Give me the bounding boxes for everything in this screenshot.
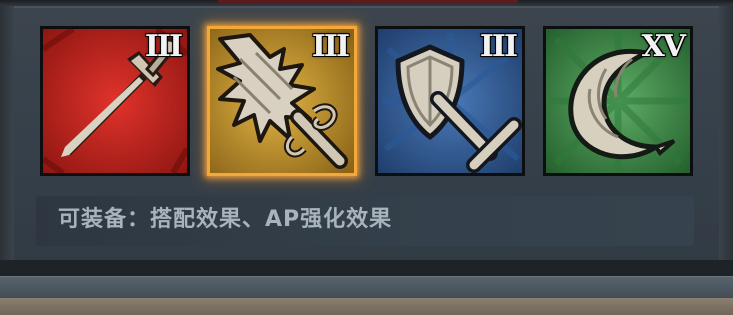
bottom-frame (0, 276, 733, 299)
bottom-band (0, 260, 733, 276)
skill-slot-sword[interactable]: III (40, 26, 190, 176)
equip-info-text: 可装备：搭配效果、AP强化效果 (58, 207, 393, 232)
skill-slot-shield-sword[interactable]: III (375, 26, 525, 176)
equip-info-bar: 可装备：搭配效果、AP强化效果 (36, 196, 694, 246)
skill-slot-flame-blade[interactable]: III (207, 26, 357, 176)
top-accent (218, 0, 518, 4)
bottom-floor (0, 298, 733, 315)
panel-edge-left (0, 6, 14, 260)
panel-edge-right (719, 6, 733, 260)
skill-rank: III (311, 29, 350, 64)
skill-rank: III (144, 29, 183, 64)
skill-slot-crescent-moon[interactable]: XV (543, 26, 693, 176)
skill-rank: XV (641, 29, 686, 64)
skill-rank: III (479, 29, 518, 64)
